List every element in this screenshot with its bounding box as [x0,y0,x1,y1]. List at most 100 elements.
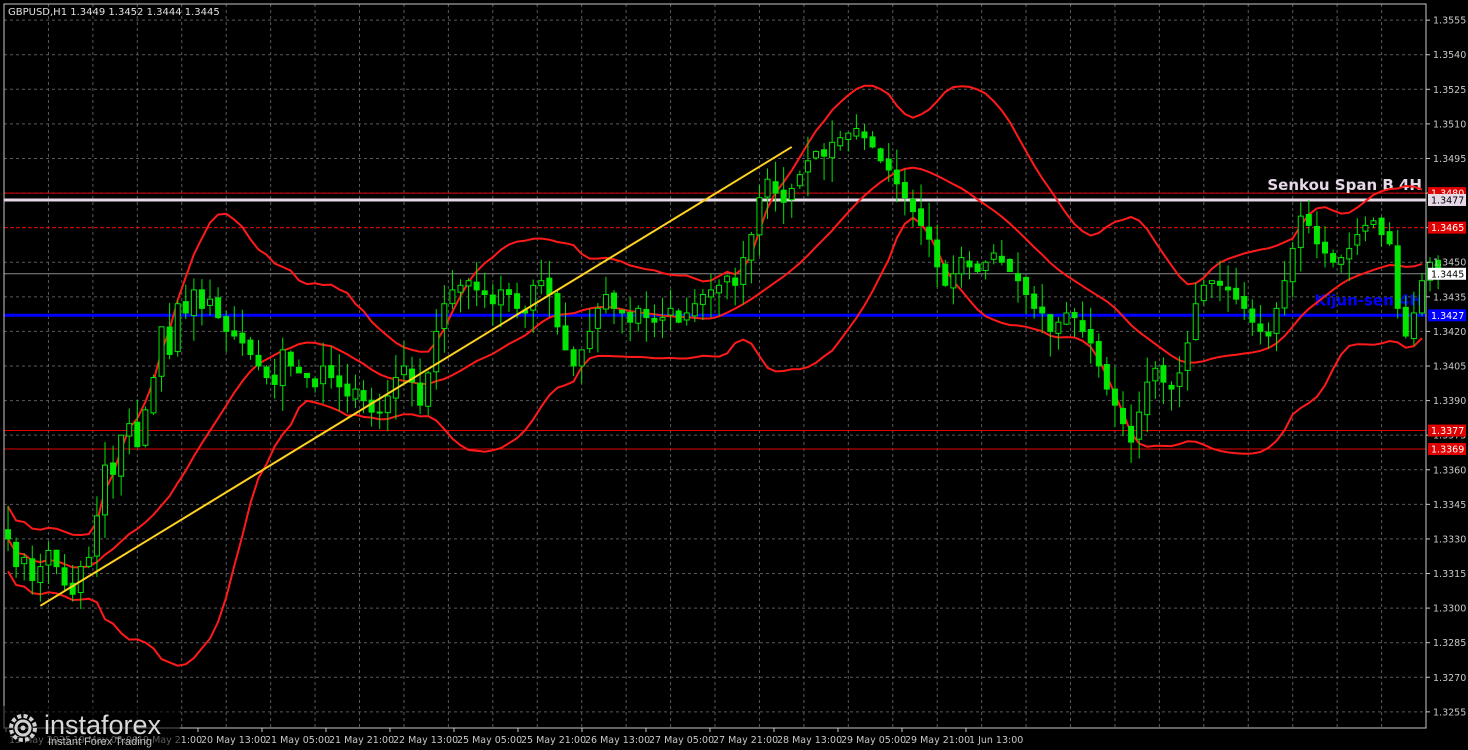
candle-body-bull [578,349,585,367]
candle-body-bear [1225,286,1232,291]
candle-body-bear [909,198,916,213]
candle-body-bear [1006,258,1013,272]
candle-body-bull [538,280,545,287]
candle-body-bear [611,292,618,309]
candle-body-bear [1305,214,1312,226]
candle-body-bear [505,289,512,296]
candle-body-bear [1014,273,1021,282]
candle-body-bear [942,263,949,286]
candle-body-bull [982,261,989,272]
candle-body-bear [643,309,650,319]
candle-body-bull [425,372,432,407]
candle-body-bear [554,293,561,328]
candle-body-bear [166,326,173,355]
candle-body-bull [320,365,327,385]
candle-body-bear [376,411,383,414]
candle-body-bull [1281,280,1288,309]
candle-body-bear [934,239,941,268]
x-tick-label: 21 May 21:00 [329,735,394,746]
x-tick-label: 21 May 05:00 [265,735,330,746]
y-tick-label: 1.3450 [1433,258,1466,269]
y-tick-label: 1.3435 [1433,292,1466,303]
candle-body-bear [1071,312,1078,319]
candle-body-bull [1273,307,1280,334]
x-tick-label: 26 May 13:00 [585,735,650,746]
candle-body-bear [1168,384,1175,390]
candle-body-bull [796,174,803,187]
candle-body-bear [1160,365,1167,383]
candle-body-bear [295,366,302,374]
candle-body-bull [1289,247,1296,283]
candle-body-bull [1346,247,1353,260]
x-tick-label: 22 May 13:00 [393,735,458,746]
candle-body-bull [93,515,100,557]
candle-body-bull [352,388,359,400]
candle-body-bear [1023,276,1030,296]
candle-body-bear [772,181,779,194]
candle-body-bear [1313,225,1320,245]
candle-body-bull [635,307,642,324]
candle-body-bull [1055,321,1062,334]
candle-body-bear [481,290,488,296]
candle-body-bull [1208,280,1215,284]
candle-body-bull [101,464,108,516]
candle-body-bull [764,178,771,198]
candle-body-bull [279,349,286,387]
y-tick-label: 1.3345 [1433,500,1466,511]
candle-body-bull [788,187,795,201]
y-tick-label: 1.3300 [1433,604,1466,615]
candle-body-bull [691,303,698,317]
instaforex-logo: instaforex Instant Forex Trading [0,706,180,750]
candle-body-bear [215,297,222,319]
candle-body-bull [1410,312,1417,340]
candle-body-bull [457,284,464,293]
candle-body-bull [724,275,731,283]
candle-body-bear [328,365,335,379]
candle-body-bull [37,566,44,583]
candle-body-bull [1200,284,1207,302]
y-tick-label: 1.3495 [1433,154,1466,165]
candle-body-bear [998,255,1005,263]
candle-body-bear [255,354,262,367]
candle-body-bear [926,226,933,240]
candle-body-bear [901,182,908,199]
y-tick-label: 1.3315 [1433,569,1466,580]
candle-body-bull [756,197,763,236]
candle-body-bear [1039,306,1046,314]
candle-body-bear [675,310,682,323]
candle-body-bear [1386,231,1393,245]
candle-body-bull [748,234,755,261]
candle-body-bull [1354,234,1361,246]
candle-body-bear [417,382,424,406]
candle-body-bear [263,366,270,379]
candle-body-bear [198,289,205,309]
candle-body-bear [1249,308,1256,323]
price-chart[interactable]: Senkou Span B 4HKijun-sen 4H 1.35551.354… [0,0,1468,750]
candle-body-bear [1330,253,1337,263]
candle-body-bull [118,434,125,477]
candle-body-bull [207,298,214,306]
candle-body-bear [182,301,189,314]
candle-body-bear [918,208,925,226]
candle-body-bull [586,330,593,350]
candle-body-bull [45,549,52,566]
candle-body-bull [699,294,706,305]
candle-body-bear [61,567,68,586]
x-tick-label: 27 May 21:00 [713,735,778,746]
candle-body-bull [384,395,391,414]
candle-body-bear [562,325,569,351]
candle-body-bull [1136,411,1143,440]
candle-body-bull [441,303,448,329]
candle-body-bear [1087,329,1094,344]
candle-body-bull [150,377,157,414]
y-tick-label: 1.3330 [1433,534,1466,545]
x-tick-label: 25 May 05:00 [457,735,522,746]
candle-body-bear [1120,407,1127,425]
senkou-span-b-label: Senkou Span B 4H [1267,176,1422,194]
candle-body-bull [1192,303,1199,341]
candle-body-bull [1338,257,1345,265]
candle-body-bear [344,383,351,397]
kijun-price-tag: 1.3427 [1431,311,1464,322]
candle-body-bear [29,558,36,581]
candle-body-bull [659,317,666,321]
